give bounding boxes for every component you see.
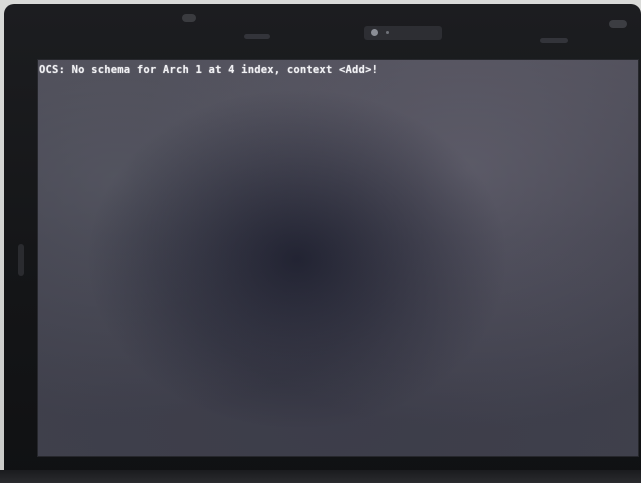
laptop-bezel: OCS: No schema for Arch 1 at 4 index, co… <box>4 4 641 483</box>
webcam-indicator <box>386 31 389 34</box>
laptop-photo: OCS: No schema for Arch 1 at 4 index, co… <box>0 0 641 483</box>
boot-console-screen: OCS: No schema for Arch 1 at 4 index, co… <box>37 59 639 457</box>
console-error-message: OCS: No schema for Arch 1 at 4 index, co… <box>39 64 379 76</box>
webcam-lens <box>371 29 378 36</box>
bezel-side-marker <box>18 244 24 276</box>
bezel-latch-right <box>609 20 627 28</box>
webcam-icon <box>364 26 442 40</box>
bezel-bumper-left <box>244 34 270 39</box>
laptop-base-edge <box>0 470 641 483</box>
bezel-bumper-right <box>540 38 568 43</box>
bezel-latch <box>182 14 196 22</box>
